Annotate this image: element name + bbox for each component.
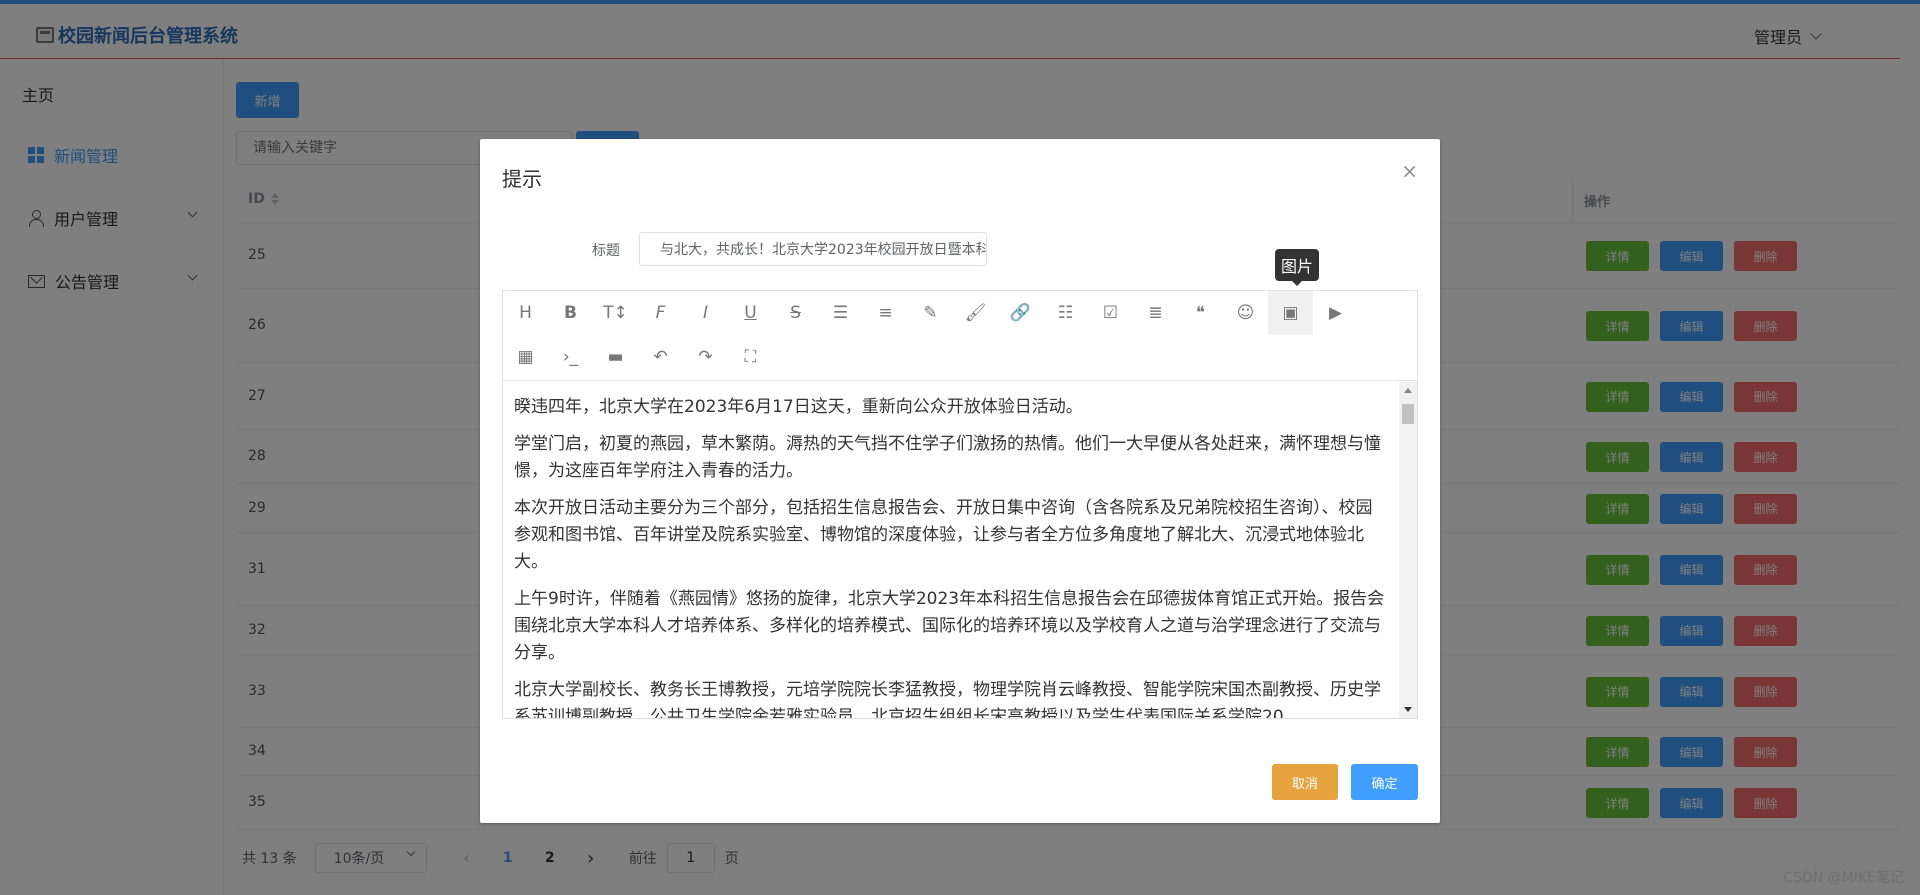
link-icon[interactable]: 🔗 [998,291,1043,335]
quote-icon[interactable]: ❝ [1178,291,1223,335]
cancel-button[interactable]: 取消 [1272,764,1338,800]
font-size-icon[interactable]: T↕ [593,291,638,335]
content-paragraph: 本次开放日活动主要分为三个部分，包括招生信息报告会、开放日集中咨询（含各院系及兄… [514,498,1373,572]
font-family-icon[interactable]: F [638,291,683,335]
scroll-up-icon[interactable] [1404,388,1412,393]
content-paragraph: 学堂门启，初夏的燕园，草木繁荫。溽热的天气挡不住学子们激扬的热情。他们一大早便从… [514,434,1381,481]
heading-icon[interactable]: H [503,291,548,335]
background-color-icon[interactable]: 🖌 [953,291,998,335]
editor-content[interactable]: 暌违四年，北京大学在2023年6月17日这天，重新向公众开放体验日活动。 学堂门… [503,382,1397,718]
title-label: 标题 [592,243,620,259]
dialog-title: 提示 [502,167,542,191]
underline-icon[interactable]: U [728,291,773,335]
content-paragraph: 上午9时许，伴随着《燕园情》悠扬的旋律，北京大学2023年本科招生信息报告会在邱… [514,589,1385,663]
scroll-down-icon[interactable] [1404,707,1412,712]
content-paragraph: 北京大学副校长、教务长王博教授，元培学院院长李猛教授，物理学院肖云峰教授、智能学… [514,680,1381,718]
image-icon[interactable]: ▣ [1268,291,1313,335]
undo-icon[interactable]: ↶ [638,335,683,379]
todo-icon[interactable]: ☑ [1088,291,1133,335]
image-tooltip: 图片 [1275,249,1319,286]
close-icon[interactable]: × [1401,159,1418,183]
italic-icon[interactable]: I [683,291,728,335]
line-height-icon[interactable]: ≡ [863,291,908,335]
title-input[interactable]: 与北大，共成长！北京大学2023年校园开放日暨本科生 [639,232,987,266]
align-icon[interactable]: ≣ [1133,291,1178,335]
content-paragraph: 暌违四年，北京大学在2023年6月17日这天，重新向公众开放体验日活动。 [514,397,1083,417]
scroll-thumb[interactable] [1402,404,1414,424]
fullscreen-icon[interactable]: ⛶ [728,335,773,379]
video-icon[interactable]: ▶ [1313,291,1358,335]
font-color-icon[interactable]: ✎ [908,291,953,335]
rich-text-editor: H B T↕ F I U S ☰ ≡ ✎ 🖌 🔗 ☷ ☑ ≣ ❝ ☺ ▣ ▶ ▦… [502,290,1418,719]
bold-icon[interactable]: B [548,291,593,335]
confirm-button[interactable]: 确定 [1351,764,1418,800]
table-icon[interactable]: ▦ [503,335,548,379]
divider-icon[interactable]: ▬ [593,335,638,379]
edit-dialog: 提示 × 标题 与北大，共成长！北京大学2023年校园开放日暨本科生 H B T… [480,139,1440,823]
code-icon[interactable]: ›_ [548,335,593,379]
indent-icon[interactable]: ☰ [818,291,863,335]
emoji-icon[interactable]: ☺ [1223,291,1268,335]
redo-icon[interactable]: ↷ [683,335,728,379]
strikethrough-icon[interactable]: S [773,291,818,335]
list-icon[interactable]: ☷ [1043,291,1088,335]
editor-scrollbar[interactable] [1399,382,1417,718]
editor-toolbar: H B T↕ F I U S ☰ ≡ ✎ 🖌 🔗 ☷ ☑ ≣ ❝ ☺ ▣ ▶ ▦… [503,291,1417,381]
